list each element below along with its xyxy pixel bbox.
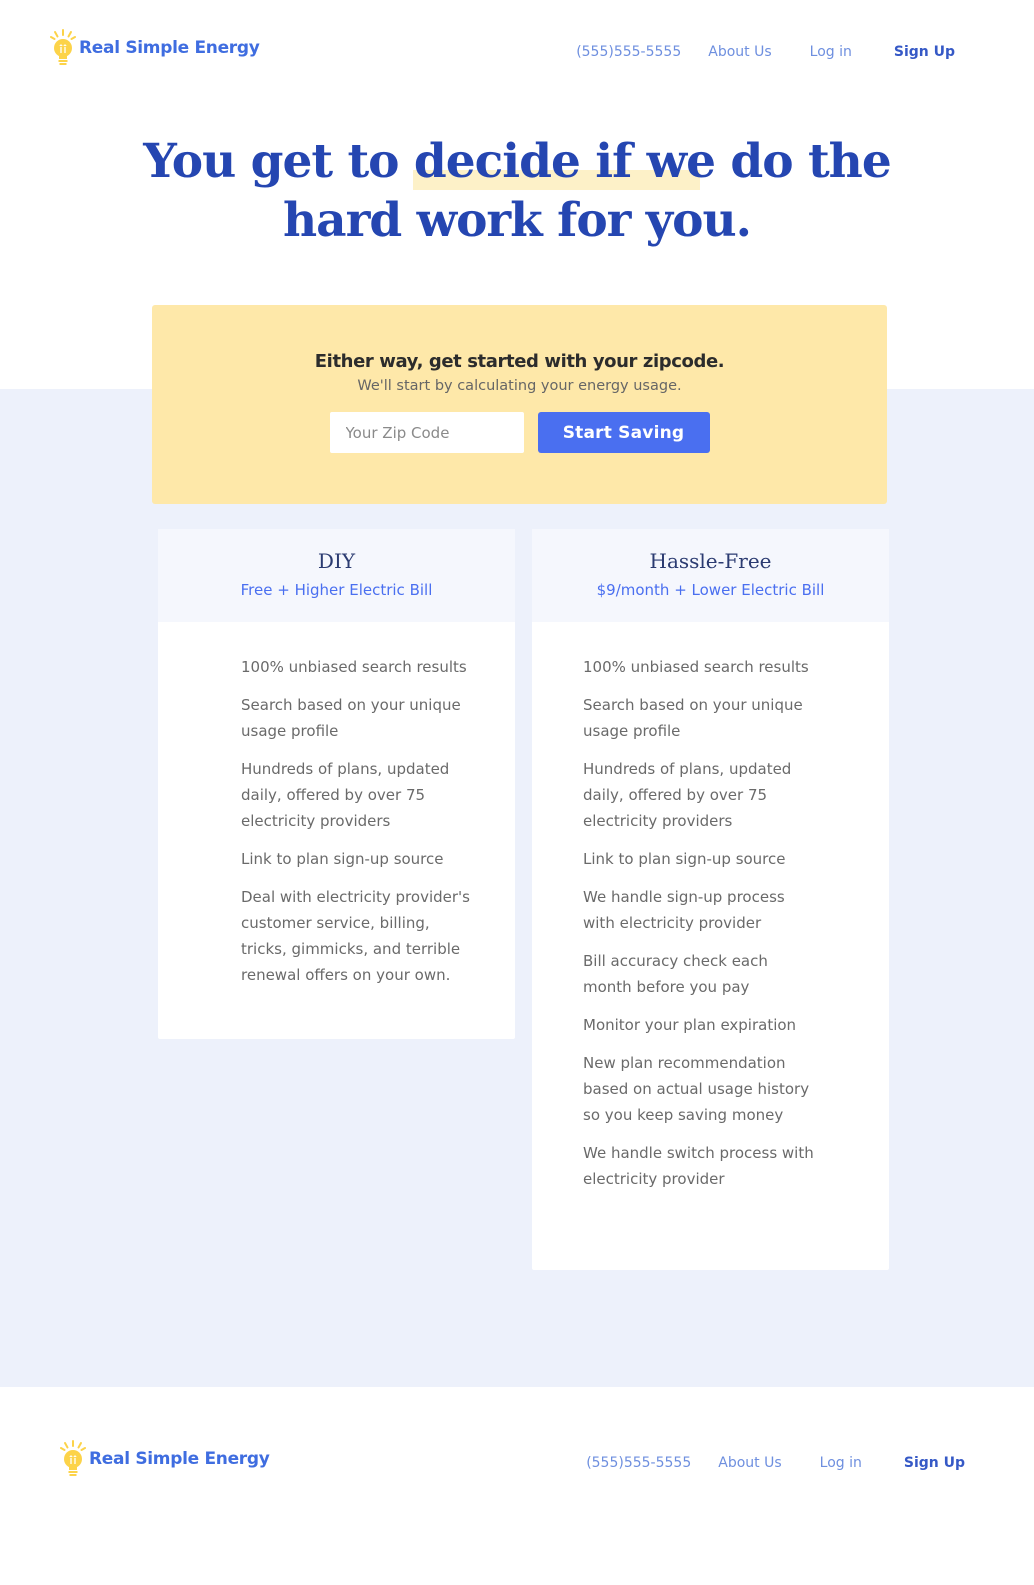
plan-feature: Hundreds of plans, updated daily, offere… <box>583 760 792 830</box>
about-us-link[interactable]: About Us <box>718 1455 781 1471</box>
brand-name: Real Simple Energy <box>89 1449 270 1469</box>
plan-feature: Link to plan sign-up source <box>241 850 444 868</box>
plan-header: DIY Free + Higher Electric Bill <box>158 529 515 622</box>
lightbulb-icon <box>50 28 76 68</box>
start-saving-button[interactable]: Start Saving <box>537 412 710 453</box>
plan-feature: Hundreds of plans, updated daily, offere… <box>241 760 450 830</box>
plan-feature: 100% unbiased search results <box>241 658 467 676</box>
plan-feature: Link to plan sign-up source <box>583 850 786 868</box>
sign-up-link[interactable]: Sign Up <box>894 44 955 60</box>
log-in-link[interactable]: Log in <box>810 44 852 60</box>
lightbulb-icon <box>60 1439 86 1479</box>
about-us-link[interactable]: About Us <box>708 44 771 60</box>
plan-feature: Deal with electricity provider's custome… <box>241 888 470 984</box>
plan-price: $9/month + Lower Electric Bill <box>596 581 825 599</box>
plan-feature-list: 100% unbiased search results Search base… <box>158 622 515 988</box>
plan-feature: Search based on your unique usage profil… <box>583 696 803 740</box>
plan-feature-list: 100% unbiased search results Search base… <box>532 622 889 1192</box>
sign-up-link[interactable]: Sign Up <box>904 1455 965 1471</box>
zip-heading: Either way, get started with your zipcod… <box>314 351 725 372</box>
phone-link[interactable]: (555)555-5555 <box>586 1455 691 1471</box>
plan-feature: We handle sign-up process with electrici… <box>583 888 785 932</box>
plan-card-diy: DIY Free + Higher Electric Bill 100% unb… <box>158 529 515 1039</box>
hero-title-line-2: hard work for you. <box>283 193 752 248</box>
plan-name: DIY <box>317 549 356 573</box>
footer-nav-links: (555)555-5555 About Us Log in Sign Up <box>586 1455 965 1471</box>
hero-title-line-1: You get to decide if we do the <box>143 134 891 189</box>
zip-code-input[interactable] <box>329 412 524 453</box>
plan-feature: New plan recommendation based on actual … <box>583 1054 810 1124</box>
plan-feature: 100% unbiased search results <box>583 658 809 676</box>
brand-name: Real Simple Energy <box>79 38 260 58</box>
plan-name: Hassle-Free <box>649 549 772 573</box>
brand-logo-link[interactable]: Real Simple Energy <box>50 28 260 68</box>
plan-feature: Search based on your unique usage profil… <box>241 696 461 740</box>
footer-brand-logo-link[interactable]: Real Simple Energy <box>60 1439 270 1479</box>
plan-card-hassle-free: Hassle-Free $9/month + Lower Electric Bi… <box>532 529 889 1270</box>
zip-form: Start Saving <box>152 412 887 453</box>
plan-feature: Monitor your plan expiration <box>583 1016 797 1034</box>
zip-card: Either way, get started with your zipcod… <box>152 305 887 504</box>
hero: You get to decide if we do the hard work… <box>0 132 1034 250</box>
hero-title: You get to decide if we do the hard work… <box>143 132 891 250</box>
log-in-link[interactable]: Log in <box>820 1455 862 1471</box>
plan-feature: We handle switch process with electricit… <box>583 1144 814 1188</box>
top-nav: Real Simple Energy (555)555-5555 About U… <box>0 22 1034 82</box>
plan-feature: Bill accuracy check each month before yo… <box>583 952 768 996</box>
plan-price: Free + Higher Electric Bill <box>240 581 433 599</box>
phone-link[interactable]: (555)555-5555 <box>576 44 681 60</box>
footer-nav: Real Simple Energy (555)555-5555 About U… <box>0 1433 1034 1493</box>
plan-header: Hassle-Free $9/month + Lower Electric Bi… <box>532 529 889 622</box>
zip-subheading: We'll start by calculating your energy u… <box>357 378 682 394</box>
nav-links: (555)555-5555 About Us Log in Sign Up <box>576 44 955 60</box>
